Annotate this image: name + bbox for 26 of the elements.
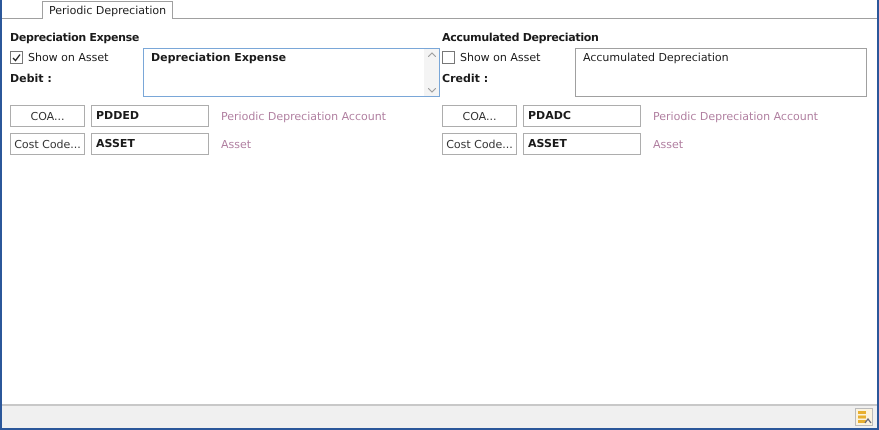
- code-field[interactable]: PDADC: [523, 105, 641, 127]
- description-text: Periodic Depreciation Account: [653, 110, 818, 122]
- checkbox[interactable]: [10, 51, 23, 64]
- code-field[interactable]: ASSET: [523, 133, 641, 155]
- tab[interactable]: Periodic Depreciation: [42, 1, 174, 19]
- scrollbar[interactable]: [424, 49, 439, 96]
- scroll-down-icon[interactable]: [428, 88, 436, 93]
- field-label: Debit :: [10, 72, 53, 85]
- lookup-button[interactable]: Cost Code...: [442, 133, 517, 155]
- description-text: Asset: [653, 138, 684, 150]
- lookup-button[interactable]: Cost Code...: [10, 133, 85, 155]
- checkbox-label: Show on Asset: [28, 51, 108, 64]
- checkbox[interactable]: [442, 51, 455, 64]
- section-heading: Depreciation Expense: [10, 31, 140, 44]
- description-text: Periodic Depreciation Account: [221, 110, 386, 122]
- lookup-button[interactable]: COA...: [10, 105, 85, 127]
- code-field[interactable]: PDDED: [91, 105, 209, 127]
- field-label: Credit :: [442, 72, 490, 85]
- scroll-up-icon[interactable]: [428, 52, 436, 57]
- description-text: Asset: [221, 138, 252, 150]
- section-heading: Accumulated Depreciation: [442, 31, 600, 44]
- memo-field[interactable]: Depreciation Expense: [143, 48, 440, 97]
- memo-field[interactable]: Accumulated Depreciation: [575, 48, 867, 97]
- checkbox-label: Show on Asset: [460, 51, 540, 64]
- code-field[interactable]: ASSET: [91, 133, 209, 155]
- lookup-button[interactable]: COA...: [442, 105, 517, 127]
